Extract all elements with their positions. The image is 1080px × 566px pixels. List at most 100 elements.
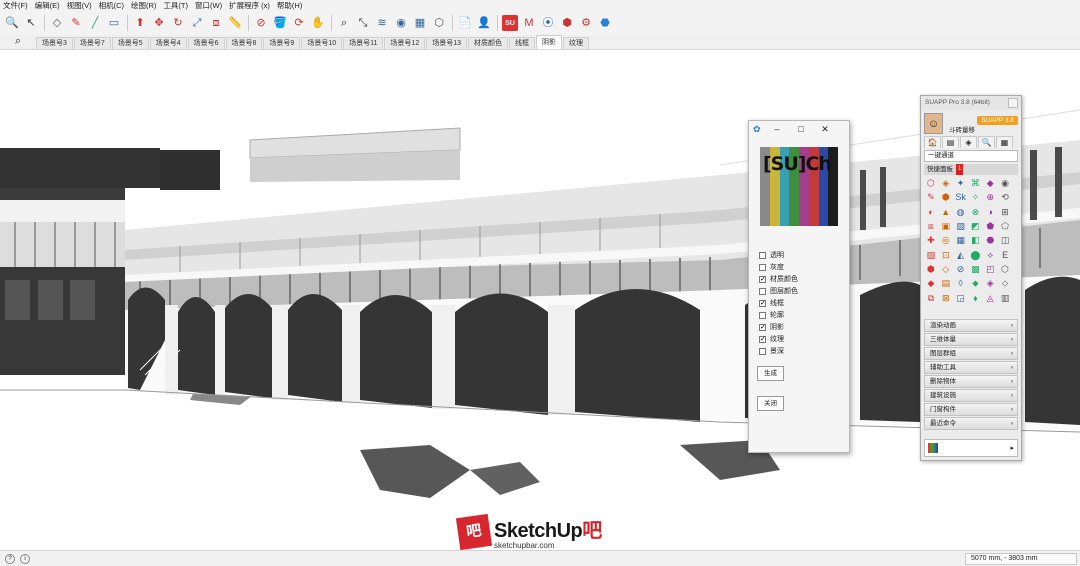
plugin-tool-icon[interactable]: ⊗ [968,206,982,219]
suapp-tab-0[interactable]: 🏠 [924,136,941,148]
push-pull-icon[interactable]: ⬆ [132,15,148,31]
panel-close-icon[interactable] [1008,98,1018,108]
plugin-tool-icon[interactable]: ⊡ [939,249,953,262]
plugin-tool-icon[interactable]: ◇ [939,263,953,276]
option-row-7[interactable]: ✓ 纹理 [759,333,798,345]
plugin-tool-icon[interactable]: ▤ [939,277,953,290]
scene-tab-14[interactable]: 纹理 [563,37,590,49]
suapp-tab-2[interactable]: ◈ [960,136,977,148]
scene-tab-4[interactable]: 场景号6 [187,37,225,49]
menu-item-0[interactable]: 文件(F) [3,0,28,11]
plugin-tool-icon[interactable]: ⌘ [968,177,982,190]
plugin-tool-icon[interactable]: ⊘ [954,263,968,276]
option-row-3[interactable]: 图层颜色 [759,285,798,297]
menu-item-6[interactable]: 窗口(W) [195,0,222,11]
plugin-tool-icon[interactable]: ◰ [983,263,997,276]
option-row-8[interactable]: 景深 [759,345,798,357]
quick-panel-header[interactable]: 快捷面板 1 [924,164,1018,175]
suapp-icon[interactable]: SU [502,15,518,31]
plugin-tool-icon[interactable]: ⧉ [924,292,938,305]
plugin-tool-icon[interactable]: ◲ [954,292,968,305]
plugin-tool-icon[interactable]: ⬤ [968,249,982,262]
extension-icon[interactable]: ⬣ [597,15,613,31]
offset-icon[interactable]: ⧈ [208,15,224,31]
model-viewport[interactable] [0,50,1080,550]
plugin-tool-icon[interactable]: ✎ [924,191,938,204]
plugin-tool-icon[interactable]: ⧈ [924,220,938,233]
scene-tab-3[interactable]: 场景号4 [149,37,187,49]
scene-tab-7[interactable]: 场景号10 [301,37,343,49]
category-item-0[interactable]: 渲染动画 › [924,319,1018,332]
scene-tab-8[interactable]: 场景号11 [343,37,384,49]
plugin-tool-icon[interactable]: ⬥ [968,277,982,290]
search-icon[interactable]: ⌕ [0,34,36,49]
scene-tab-0[interactable]: 场景号3 [36,37,73,49]
generate-button[interactable]: 生成 [757,366,784,381]
option-row-6[interactable]: ✓ 阴影 [759,321,798,333]
layers-icon[interactable]: ≋ [374,15,390,31]
scene-tab-13[interactable]: 阴影 [536,35,563,49]
rectangle-icon[interactable]: ▭ [106,15,122,31]
plugin-tool-icon[interactable]: ⟡ [983,249,997,262]
paint-icon[interactable]: 🪣 [272,15,288,31]
user-icon[interactable]: 👤 [476,15,492,31]
plugin-tool-icon[interactable]: ⬦ [998,277,1012,290]
option-checkbox[interactable]: ✓ [759,335,766,343]
orbit-icon[interactable]: ⟳ [291,15,307,31]
plugin-tool-icon[interactable]: ⬢ [939,191,953,204]
pencil-icon[interactable]: ✎ [68,15,84,31]
plugin-tool-icon[interactable]: ⬢ [924,263,938,276]
plugin-tool-icon[interactable]: Sk [954,191,968,204]
plugin-tool-icon[interactable]: ◐ [924,206,938,219]
option-checkbox[interactable] [759,287,766,295]
plugin-tool-icon[interactable]: ⬟ [983,220,997,233]
plugin-tool-icon[interactable]: ⬡ [924,177,938,190]
menu-item-4[interactable]: 绘图(R) [131,0,156,11]
line-icon[interactable]: ╱ [87,15,103,31]
scene-tab-12[interactable]: 线框 [509,37,536,49]
suapp-tab-4[interactable]: ▦ [996,136,1013,148]
solid-icon[interactable]: ⬢ [559,15,575,31]
plugin-tool-icon[interactable]: ⟲ [998,191,1012,204]
plugin-tool-icon[interactable]: ⊞ [998,206,1012,219]
scenes-icon[interactable]: ▦ [412,15,428,31]
scene-tab-10[interactable]: 场景号13 [426,37,468,49]
plugin-tool-icon[interactable]: ◧ [968,234,982,247]
zoom-extents-icon[interactable]: ⤡ [355,15,371,31]
styles-icon[interactable]: ◉ [393,15,409,31]
plugin-icon[interactable]: ⚙ [578,15,594,31]
info-icon[interactable]: ? [5,553,15,564]
plugin-tool-icon[interactable]: ▨ [954,220,968,233]
plugin-tool-icon[interactable]: ▥ [998,292,1012,305]
suapp-tab-3[interactable]: 🔍 [978,136,995,148]
move-icon[interactable]: ✥ [151,15,167,31]
plugin-tool-icon[interactable]: ◑ [983,206,997,219]
scene-tab-9[interactable]: 场景号12 [384,37,426,49]
scene-tab-1[interactable]: 场景号7 [73,37,111,49]
select-icon[interactable]: ↖ [23,15,39,31]
maximize-button[interactable]: □ [789,124,813,134]
plugin-tool-icon[interactable]: ◆ [924,277,938,290]
pan-icon[interactable]: ✋ [310,15,326,31]
option-checkbox[interactable]: ✓ [759,299,766,307]
option-checkbox[interactable]: ✓ [759,275,766,283]
plugin-tool-icon[interactable]: ◫ [998,234,1012,247]
category-item-2[interactable]: 图层群组 › [924,347,1018,360]
option-row-0[interactable]: 透明 [759,249,798,261]
scale-icon[interactable]: ⤢ [189,15,205,31]
plugin-tool-icon[interactable]: ⬣ [983,234,997,247]
category-item-3[interactable]: 辅助工具 › [924,361,1018,374]
minimize-button[interactable]: – [765,124,789,134]
plugin-tool-icon[interactable]: E [998,249,1012,262]
plugin-tool-icon[interactable]: ◈ [939,177,953,190]
plugin-tool-icon[interactable]: ▲ [939,206,953,219]
zoom-window-icon[interactable]: ⌕ [336,15,352,31]
eraser-icon[interactable]: ◇ [49,15,65,31]
plugin-tool-icon[interactable]: ◩ [968,220,982,233]
color-swatch-icon[interactable] [928,443,938,453]
plugin-tool-icon[interactable]: ◬ [983,292,997,305]
close-icon[interactable]: ✕ [813,124,837,135]
menu-item-5[interactable]: 工具(T) [163,0,188,11]
menu-item-1[interactable]: 编辑(E) [35,0,60,11]
new-file-icon[interactable]: 📄 [457,15,473,31]
